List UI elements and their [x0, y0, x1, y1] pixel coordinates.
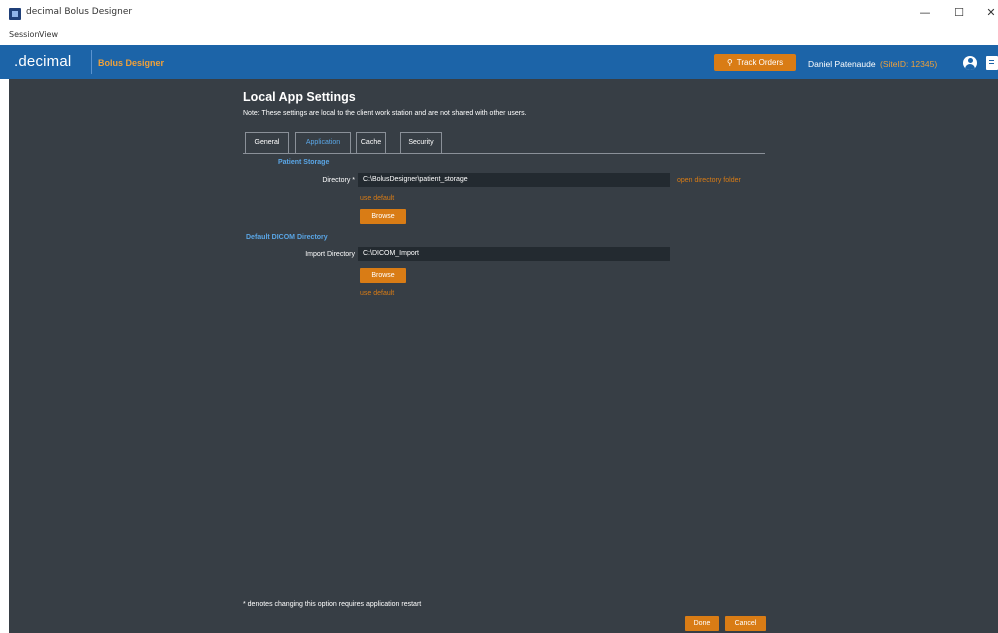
document-icon[interactable]	[986, 56, 998, 70]
track-orders-label: Track Orders	[736, 58, 784, 67]
browse-dicom-button[interactable]: Browse	[360, 268, 406, 283]
main-content: Local App Settings Note: These settings …	[9, 79, 998, 633]
tab-security[interactable]: Security	[400, 132, 442, 153]
page-note: Note: These settings are local to the cl…	[243, 110, 527, 117]
tab-general[interactable]: General	[245, 132, 289, 153]
menu-session[interactable]: Session	[9, 30, 40, 39]
cancel-button[interactable]: Cancel	[725, 616, 766, 631]
done-button[interactable]: Done	[685, 616, 719, 631]
site-id: (SiteID: 12345)	[880, 59, 938, 69]
product-name: Bolus Designer	[98, 58, 165, 68]
dicom-directory-heading: Default DICOM Directory	[246, 234, 328, 241]
import-directory-input[interactable]	[358, 247, 670, 261]
app-icon	[9, 8, 21, 20]
import-directory-label: Import Directory	[305, 251, 355, 258]
tab-cache[interactable]: Cache	[356, 132, 386, 153]
brand-logo[interactable]: .decimal	[14, 53, 71, 70]
app-header: .decimal Bolus Designer ⚲ Track Orders Da…	[0, 45, 998, 79]
track-orders-button[interactable]: ⚲ Track Orders	[714, 54, 796, 71]
use-default-link-storage[interactable]: use default	[360, 195, 394, 202]
page-title: Local App Settings	[243, 90, 356, 104]
patient-storage-heading: Patient Storage	[278, 159, 330, 166]
window-title-bar: decimal Bolus Designer — ☐ ✕	[0, 0, 998, 24]
use-default-link-dicom[interactable]: use default	[360, 290, 394, 297]
open-directory-folder-link[interactable]: open directory folder	[677, 177, 741, 184]
menu-bar: Session View	[0, 24, 998, 45]
settings-tabs: General Application Cache Security	[243, 132, 765, 154]
browse-storage-button[interactable]: Browse	[360, 209, 406, 224]
directory-input[interactable]	[358, 173, 670, 187]
user-account-icon[interactable]	[963, 56, 977, 70]
map-pin-icon: ⚲	[726, 58, 733, 67]
menu-view[interactable]: View	[39, 30, 58, 39]
window-title: decimal Bolus Designer	[26, 7, 133, 17]
maximize-button[interactable]: ☐	[948, 6, 970, 20]
directory-label: Directory *	[322, 177, 355, 184]
tab-application[interactable]: Application	[295, 132, 351, 153]
user-name: Daniel Patenaude	[808, 59, 876, 69]
restart-footnote: * denotes changing this option requires …	[243, 601, 422, 608]
close-button[interactable]: ✕	[980, 6, 998, 20]
header-divider	[91, 50, 92, 74]
minimize-button[interactable]: —	[914, 6, 936, 20]
